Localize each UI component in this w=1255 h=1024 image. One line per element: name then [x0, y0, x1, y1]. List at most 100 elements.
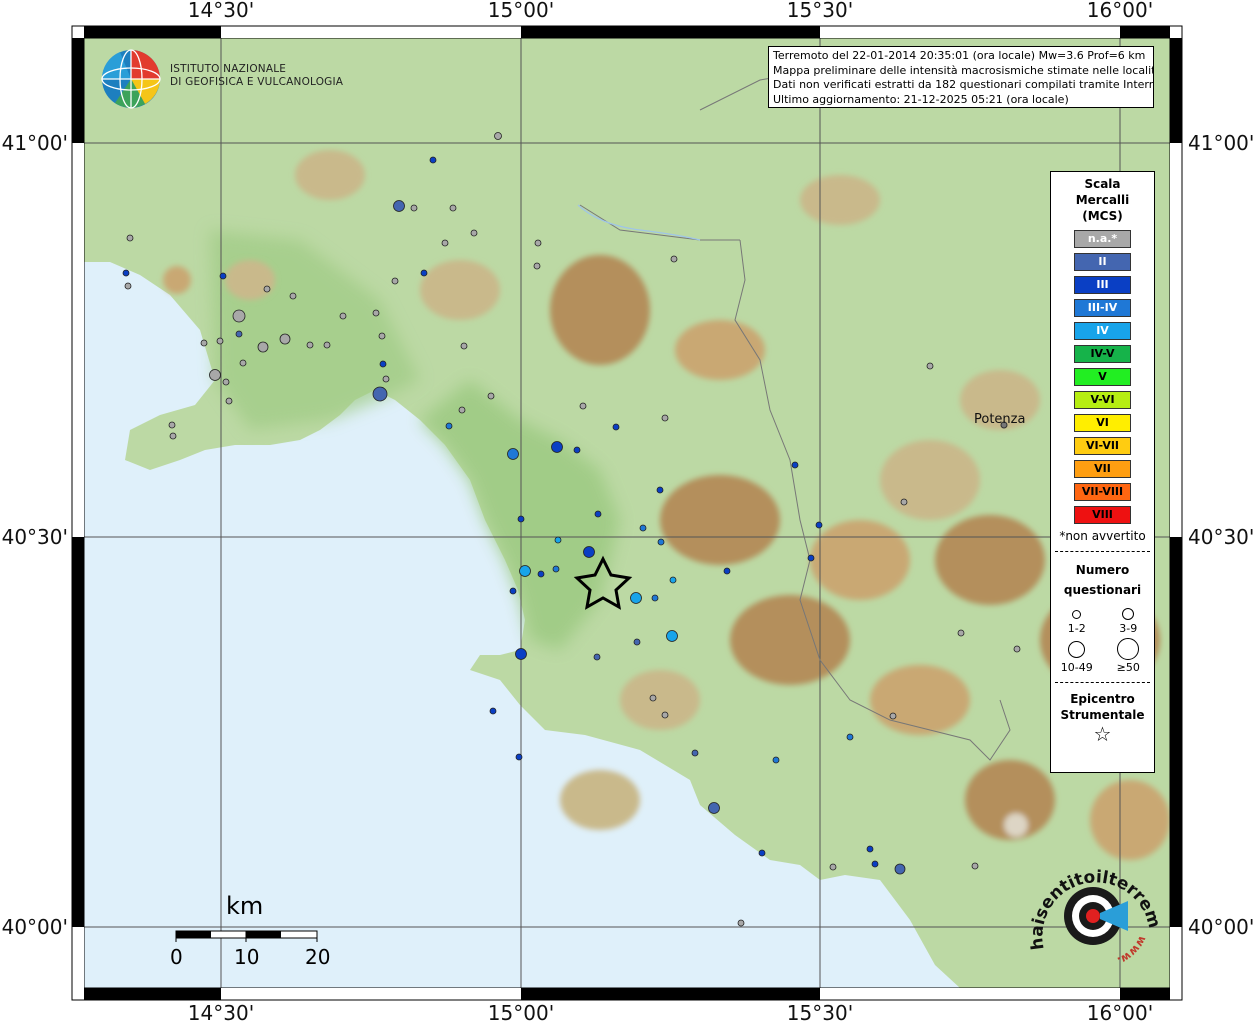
observation-point[interactable]	[279, 333, 291, 345]
observation-point[interactable]	[515, 648, 527, 660]
observation-point[interactable]	[122, 269, 130, 277]
observation-point[interactable]	[807, 554, 815, 562]
observation-point[interactable]	[661, 711, 669, 719]
observation-point[interactable]	[554, 536, 562, 544]
observation-point[interactable]	[219, 272, 227, 280]
observation-point[interactable]	[519, 565, 531, 577]
observation-point[interactable]	[420, 269, 428, 277]
observation-point[interactable]	[393, 200, 405, 212]
observation-point[interactable]	[239, 359, 247, 367]
observation-point[interactable]	[534, 239, 542, 247]
observation-point[interactable]	[639, 524, 647, 532]
observation-point[interactable]	[926, 362, 934, 370]
observation-point[interactable]	[651, 594, 659, 602]
observation-point[interactable]	[372, 309, 380, 317]
legend-chip: VII	[1074, 460, 1131, 478]
observation-point[interactable]	[656, 486, 664, 494]
observation-point[interactable]	[507, 448, 519, 460]
observation-point[interactable]	[449, 204, 457, 212]
observation-point[interactable]	[758, 849, 766, 857]
haisentito-badge[interactable]: haisentitoilterremoto.it www.	[1024, 838, 1164, 973]
observation-point[interactable]	[200, 339, 208, 347]
observation-point[interactable]	[583, 546, 595, 558]
lat-tick: 41°00'	[1188, 131, 1254, 155]
observation-point[interactable]	[126, 234, 134, 242]
observation-point[interactable]	[612, 423, 620, 431]
observation-point[interactable]	[372, 386, 388, 402]
observation-point[interactable]	[691, 749, 699, 757]
observation-point[interactable]	[410, 204, 418, 212]
observation-point[interactable]	[829, 863, 837, 871]
ingv-logo-text: ISTITUTO NAZIONALE DI GEOFISICA E VULCAN…	[170, 63, 343, 89]
observation-point[interactable]	[900, 498, 908, 506]
observation-point[interactable]	[168, 421, 176, 429]
observation-point[interactable]	[289, 292, 297, 300]
observation-point[interactable]	[391, 277, 399, 285]
observation-point[interactable]	[441, 239, 449, 247]
observation-point[interactable]	[630, 592, 642, 604]
logo-line: DI GEOFISICA E VULCANOLOGIA	[170, 76, 344, 88]
observation-point[interactable]	[551, 441, 563, 453]
observation-point[interactable]	[489, 707, 497, 715]
observation-point[interactable]	[533, 262, 541, 270]
lon-tick: 14°30'	[188, 1001, 254, 1024]
observation-point[interactable]	[378, 332, 386, 340]
observation-point[interactable]	[458, 406, 466, 414]
observation-point[interactable]	[889, 712, 897, 720]
observation-point[interactable]	[666, 630, 678, 642]
observation-point[interactable]	[222, 378, 230, 386]
observation-point[interactable]	[263, 285, 271, 293]
observation-point[interactable]	[494, 132, 502, 140]
observation-point[interactable]	[339, 312, 347, 320]
observation-point[interactable]	[232, 309, 246, 323]
observation-point[interactable]	[460, 342, 468, 350]
observation-point[interactable]	[537, 570, 545, 578]
observation-point[interactable]	[517, 515, 525, 523]
legend-chip: VIII	[1074, 506, 1131, 524]
observation-point[interactable]	[257, 341, 269, 353]
observation-point[interactable]	[1013, 645, 1021, 653]
observation-point[interactable]	[657, 538, 665, 546]
observation-point[interactable]	[487, 392, 495, 400]
observation-point[interactable]	[708, 802, 720, 814]
observation-point[interactable]	[306, 341, 314, 349]
observation-point[interactable]	[723, 567, 731, 575]
observation-point[interactable]	[669, 576, 677, 584]
observation-point[interactable]	[649, 694, 657, 702]
observation-point[interactable]	[737, 919, 745, 927]
observation-point[interactable]	[225, 397, 233, 405]
observation-point[interactable]	[846, 733, 854, 741]
svg-text:www.: www.	[1115, 934, 1149, 968]
observation-point[interactable]	[670, 255, 678, 263]
observation-point[interactable]	[594, 510, 602, 518]
observation-point[interactable]	[235, 330, 243, 338]
observation-point[interactable]	[866, 845, 874, 853]
observation-point[interactable]	[323, 341, 331, 349]
observation-point[interactable]	[815, 521, 823, 529]
observation-point[interactable]	[871, 860, 879, 868]
observation-point[interactable]	[382, 375, 390, 383]
observation-point[interactable]	[579, 402, 587, 410]
observation-point[interactable]	[894, 863, 906, 875]
observation-point[interactable]	[573, 446, 581, 454]
scale-unit: km	[226, 892, 264, 920]
observation-point[interactable]	[509, 587, 517, 595]
observation-point[interactable]	[791, 461, 799, 469]
observation-point[interactable]	[661, 414, 669, 422]
observation-point[interactable]	[633, 638, 641, 646]
observation-point[interactable]	[515, 753, 523, 761]
observation-point[interactable]	[209, 369, 221, 381]
observation-point[interactable]	[445, 422, 453, 430]
observation-point[interactable]	[470, 229, 478, 237]
observation-point[interactable]	[552, 565, 560, 573]
observation-point[interactable]	[379, 360, 387, 368]
observation-point[interactable]	[593, 653, 601, 661]
observation-point[interactable]	[772, 756, 780, 764]
observation-point[interactable]	[957, 629, 965, 637]
observation-point[interactable]	[169, 432, 177, 440]
observation-point[interactable]	[124, 282, 132, 290]
observation-point[interactable]	[216, 337, 224, 345]
observation-point[interactable]	[971, 862, 979, 870]
observation-point[interactable]	[429, 156, 437, 164]
lat-tick: 40°00'	[1188, 915, 1254, 939]
